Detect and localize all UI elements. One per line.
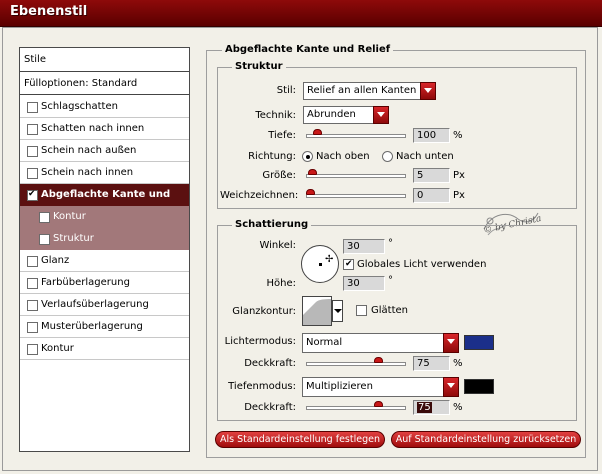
direction-up-radio[interactable]	[302, 151, 313, 162]
highlight-mode-select[interactable]: Normal	[302, 333, 459, 353]
highlight-color-swatch[interactable]	[464, 335, 494, 350]
angle-unit: °	[388, 238, 393, 249]
direction-down-label: Nach unten	[396, 151, 454, 162]
altitude-label: Höhe:	[266, 278, 297, 289]
altitude-input[interactable]: 30	[343, 276, 385, 291]
soften-input[interactable]: 0	[413, 188, 450, 203]
shadow-opacity-slider-thumb[interactable]	[374, 401, 384, 407]
sidebar-item-contour-sub[interactable]: Kontur	[20, 206, 189, 228]
technique-select[interactable]: Abrunden	[303, 106, 389, 124]
soften-label: Weichzeichnen:	[220, 190, 299, 201]
soften-unit: Px	[453, 190, 465, 201]
size-slider-thumb[interactable]	[307, 169, 317, 175]
shadow-opacity-unit: %	[453, 402, 463, 413]
shadow-opacity-input[interactable]: 75	[413, 400, 450, 415]
global-light-label: Globales Licht verwenden	[357, 259, 487, 270]
depth-slider-thumb[interactable]	[313, 129, 323, 135]
chevron-down-icon	[334, 309, 342, 313]
sidebar-item-inner-glow[interactable]: Schein nach innen	[20, 162, 189, 184]
drop-shadow-checkbox[interactable]	[27, 102, 38, 113]
angle-input[interactable]: 30	[343, 239, 385, 254]
blending-options-item[interactable]: Fülloptionen: Standard	[20, 73, 189, 95]
direction-down-radio[interactable]	[382, 151, 393, 162]
shadow-color-swatch[interactable]	[464, 379, 494, 394]
sidebar-item-stroke[interactable]: Kontur	[20, 338, 189, 360]
panel-title: Abgeflachte Kante und Relief	[222, 44, 394, 56]
make-default-button[interactable]: Als Standardeinstellung festlegen	[215, 431, 385, 448]
shadow-opacity-label: Deckkraft:	[244, 402, 296, 413]
size-slider-track[interactable]	[306, 174, 406, 178]
satin-checkbox[interactable]	[27, 256, 38, 267]
sidebar-item-color-overlay[interactable]: Farbüberlagerung	[20, 272, 189, 294]
styles-list: Stile Fülloptionen: Standard Schlagschat…	[19, 47, 190, 452]
altitude-unit: °	[388, 275, 393, 286]
highlight-opacity-input[interactable]: 75	[413, 356, 450, 371]
chevron-down-icon[interactable]	[420, 82, 436, 100]
shadow-mode-select[interactable]: Multiplizieren	[302, 377, 459, 397]
reset-default-button[interactable]: Auf Standardeinstellung zurücksetzen	[391, 431, 581, 448]
size-unit: Px	[453, 170, 465, 181]
inner-glow-checkbox[interactable]	[27, 168, 38, 179]
inner-shadow-checkbox[interactable]	[27, 124, 38, 135]
outer-glow-checkbox[interactable]	[27, 146, 38, 157]
pattern-overlay-checkbox[interactable]	[27, 322, 38, 333]
chevron-down-icon[interactable]	[373, 106, 389, 124]
stroke-checkbox[interactable]	[27, 344, 38, 355]
gloss-contour-dropdown[interactable]	[332, 300, 343, 322]
sidebar-item-inner-shadow[interactable]: Schatten nach innen	[20, 118, 189, 140]
depth-input[interactable]: 100	[413, 128, 450, 143]
dial-center-icon	[319, 263, 322, 266]
gloss-contour-label: Glanzkontur:	[232, 306, 296, 317]
gradient-overlay-checkbox[interactable]	[27, 300, 38, 311]
contour-curve-icon	[303, 299, 331, 325]
styles-header[interactable]: Stile	[20, 48, 189, 72]
angle-label: Winkel:	[259, 240, 296, 251]
sidebar-item-bevel-emboss[interactable]: Abgeflachte Kante und Relief	[20, 184, 189, 222]
soften-slider-track[interactable]	[306, 194, 406, 198]
size-input[interactable]: 5	[413, 168, 450, 183]
global-light-checkbox[interactable]	[343, 257, 354, 271]
soften-slider-thumb[interactable]	[306, 189, 315, 195]
bevel-emboss-checkbox[interactable]	[27, 187, 38, 201]
depth-label: Tiefe:	[268, 130, 296, 141]
structure-title: Struktur	[232, 61, 286, 73]
style-label: Stil:	[276, 85, 296, 96]
highlight-opacity-slider-track[interactable]	[306, 362, 406, 366]
sidebar-item-texture-sub[interactable]: Struktur	[20, 228, 189, 250]
highlight-opacity-unit: %	[453, 358, 463, 369]
antialias-label: Glätten	[371, 305, 408, 316]
shading-title: Schattierung	[232, 219, 312, 231]
antialias-checkbox[interactable]	[356, 305, 367, 316]
chevron-down-icon[interactable]	[443, 333, 459, 353]
chevron-down-icon[interactable]	[443, 377, 459, 397]
color-overlay-checkbox[interactable]	[27, 278, 38, 289]
window-title: Ebenenstil	[10, 4, 88, 19]
direction-label: Richtung:	[248, 151, 296, 162]
direction-up-label: Nach oben	[316, 151, 370, 162]
angle-dial[interactable]: ✢	[301, 245, 339, 283]
gloss-contour-preview[interactable]	[302, 296, 332, 326]
shadow-mode-label: Tiefenmodus:	[228, 381, 296, 392]
crosshair-icon: ✢	[325, 254, 334, 265]
highlight-opacity-label: Deckkraft:	[244, 358, 296, 369]
size-label: Größe:	[262, 170, 296, 181]
sidebar-item-gradient-overlay[interactable]: Verlaufsüberlagerung	[20, 294, 189, 316]
sidebar-item-outer-glow[interactable]: Schein nach außen	[20, 140, 189, 162]
texture-sub-checkbox[interactable]	[39, 234, 50, 245]
sidebar-item-satin[interactable]: Glanz	[20, 250, 189, 272]
depth-unit: %	[453, 130, 463, 141]
sidebar-item-drop-shadow[interactable]: Schlagschatten	[20, 96, 189, 118]
shadow-opacity-slider-track[interactable]	[306, 406, 406, 410]
technique-label: Technik:	[255, 110, 296, 121]
highlight-mode-label: Lichtermodus:	[224, 336, 296, 347]
contour-sub-checkbox[interactable]	[39, 212, 50, 223]
highlight-opacity-slider-thumb[interactable]	[374, 357, 384, 363]
style-select[interactable]: Relief an allen Kanten	[303, 82, 436, 100]
sidebar-item-pattern-overlay[interactable]: Musterüberlagerung	[20, 316, 189, 338]
title-bar: Ebenenstil	[0, 0, 602, 27]
